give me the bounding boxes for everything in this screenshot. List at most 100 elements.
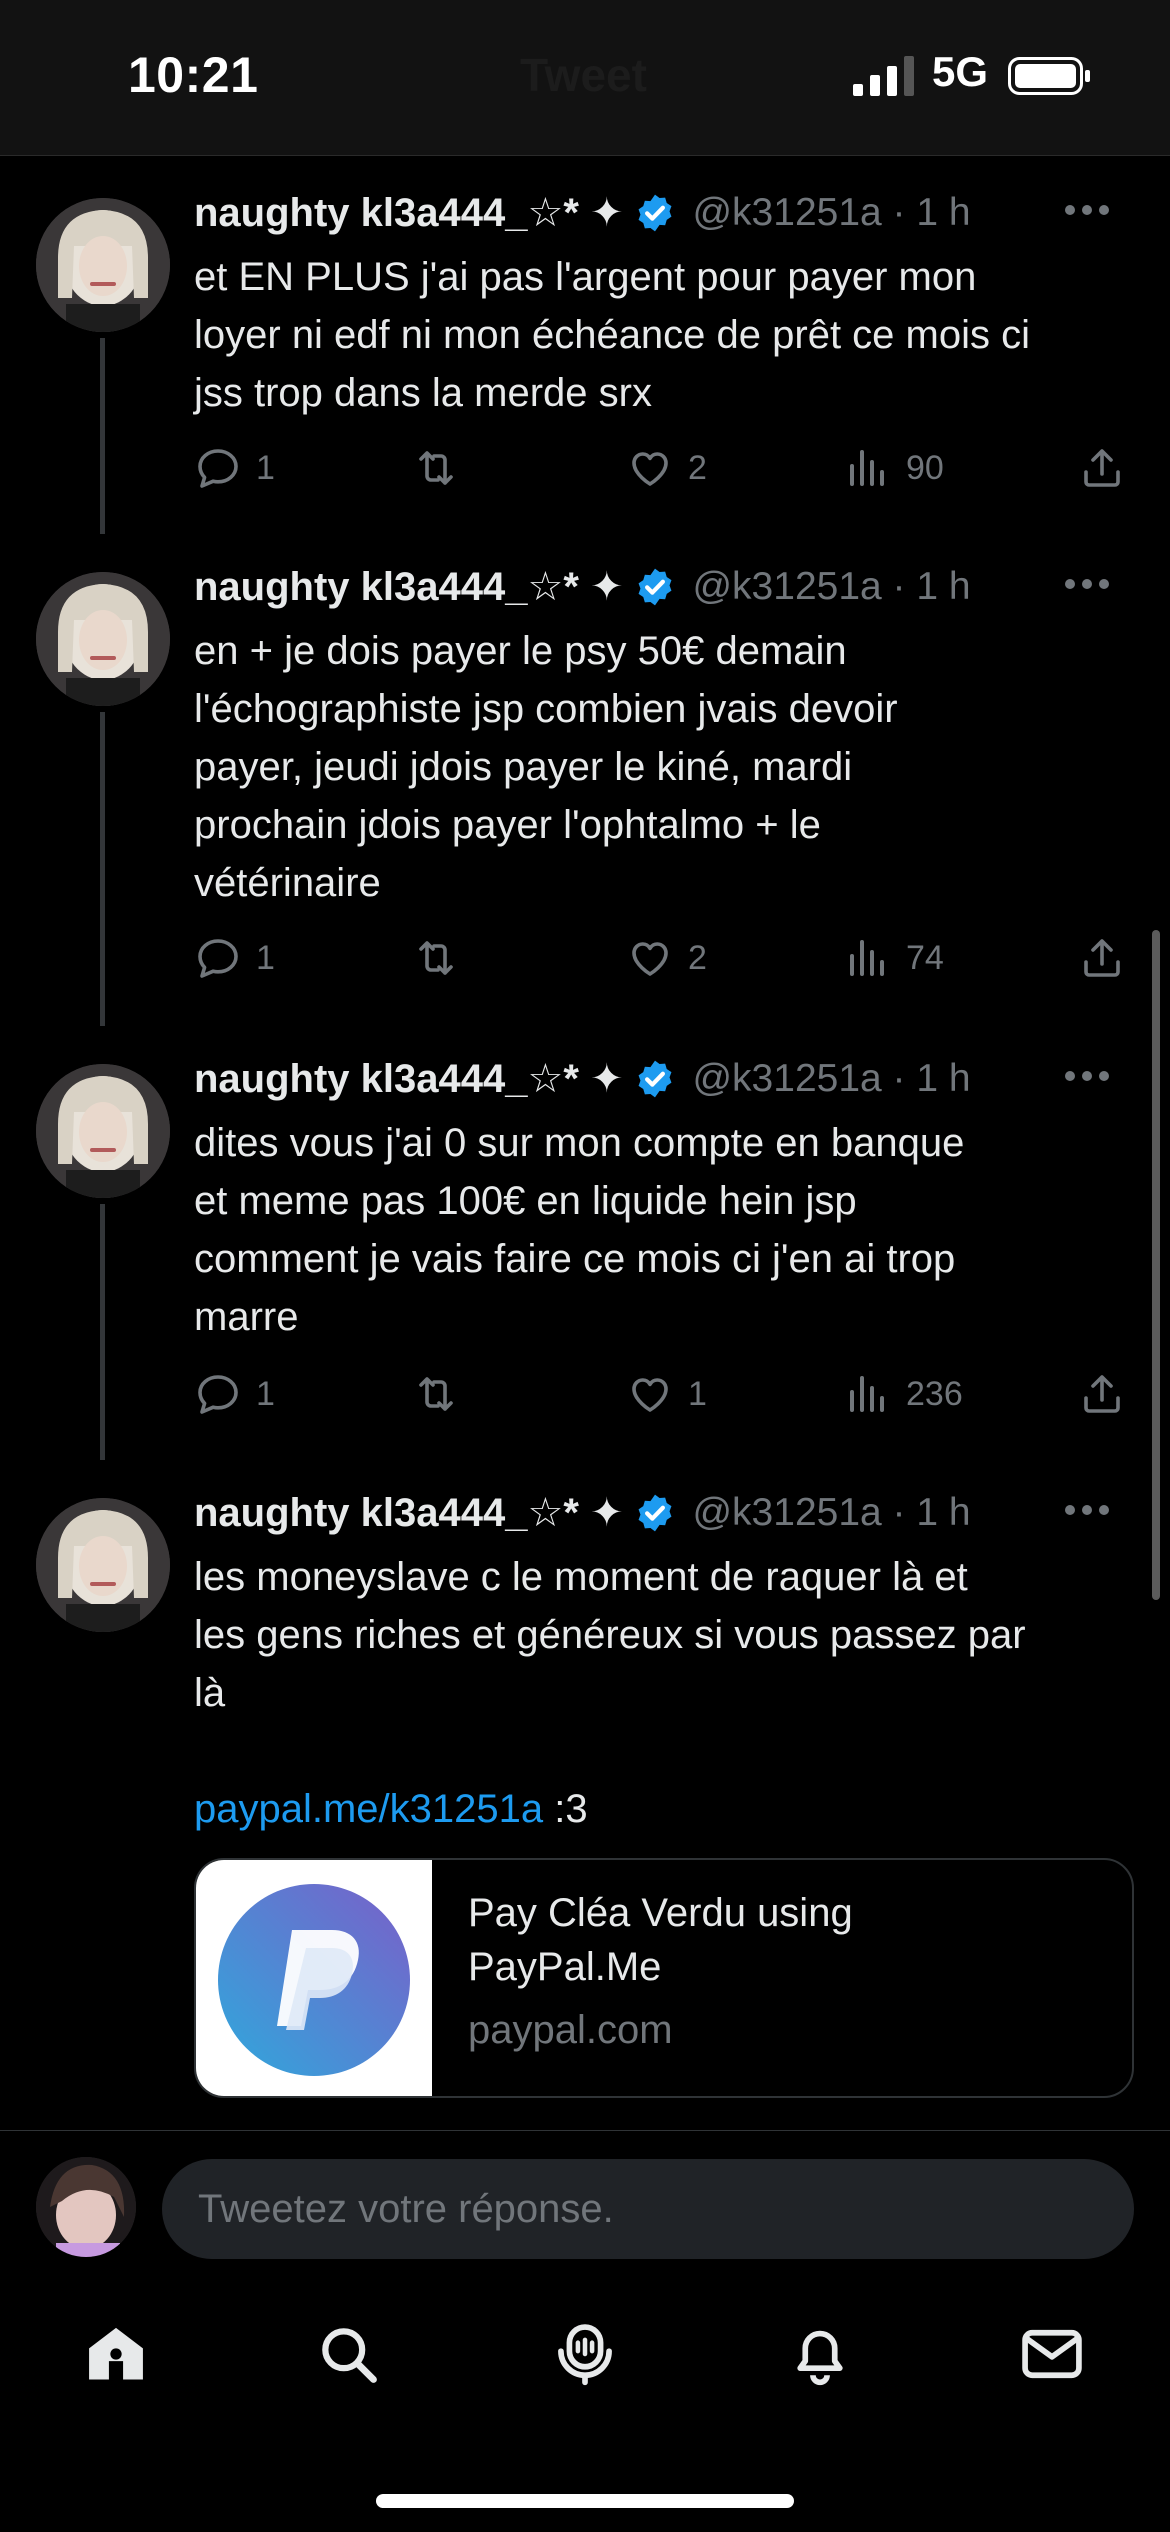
share-icon: [1084, 939, 1120, 977]
more-options-icon[interactable]: [1064, 1504, 1110, 1516]
tweet-4[interactable]: naughty kl3a444_☆* ✦ @k31251a · 1 h les …: [0, 1460, 1170, 2130]
display-name[interactable]: naughty kl3a444_☆* ✦: [194, 191, 624, 235]
card-title: Pay Cléa Verdu using PayPal.Me: [468, 1891, 853, 1989]
view-count: 236: [906, 1374, 963, 1413]
display-name[interactable]: naughty kl3a444_☆* ✦: [194, 1057, 624, 1101]
tweet-header: naughty kl3a444_☆* ✦ @k31251a · 1 h: [194, 564, 1144, 624]
reply-count: 1: [256, 448, 275, 487]
share-button[interactable]: [1078, 440, 1126, 496]
heart-icon: [632, 452, 668, 486]
like-button[interactable]: 1: [626, 1366, 707, 1422]
views-button[interactable]: 74: [844, 930, 944, 986]
tab-search[interactable]: [308, 2314, 388, 2394]
avatar[interactable]: [36, 1064, 170, 1198]
tweet-text: en + je dois payer le psy 50€ demain l'é…: [194, 629, 898, 905]
reply-input[interactable]: [162, 2159, 1134, 2259]
status-bar: 10:21 Tweet 5G: [0, 0, 1170, 156]
retweet-icon: [419, 941, 453, 975]
my-avatar[interactable]: [36, 2157, 136, 2257]
screen: 10:21 Tweet 5G naughty kl3a444_☆* ✦ @k31…: [0, 0, 1170, 2532]
tweet-actions: 1 2 90: [194, 440, 1144, 496]
verified-badge-icon: [638, 568, 672, 606]
battery-icon: [1008, 57, 1090, 95]
verified-badge-icon: [638, 194, 672, 232]
card-thumbnail: [196, 1860, 432, 2096]
handle-and-time: @k31251a · 1 h: [692, 191, 971, 234]
tweet-1[interactable]: naughty kl3a444_☆* ✦ @k31251a · 1 h et E…: [0, 160, 1170, 534]
home-indicator[interactable]: [376, 2494, 794, 2508]
tab-home[interactable]: [76, 2314, 156, 2394]
tweet-thread: naughty kl3a444_☆* ✦ @k31251a · 1 h et E…: [0, 160, 1170, 2130]
avatar[interactable]: [36, 572, 170, 706]
retweet-button[interactable]: [412, 930, 474, 986]
tweet-header: naughty kl3a444_☆* ✦ @k31251a · 1 h: [194, 1490, 1144, 1550]
network-label: 5G: [932, 48, 989, 95]
heart-icon: [632, 942, 668, 976]
thread-connector: [100, 1204, 105, 1460]
tweet-text: et EN PLUS j'ai pas l'argent pour payer …: [194, 255, 1030, 415]
more-options-icon[interactable]: [1064, 1070, 1110, 1082]
share-icon: [1084, 1375, 1120, 1413]
more-options-icon[interactable]: [1064, 578, 1110, 590]
display-name[interactable]: naughty kl3a444_☆* ✦: [194, 565, 624, 609]
heart-icon: [632, 1378, 668, 1412]
avatar[interactable]: [36, 1498, 170, 1632]
handle-and-time: @k31251a · 1 h: [692, 1057, 971, 1100]
like-button[interactable]: 2: [626, 930, 707, 986]
retweet-button[interactable]: [412, 1366, 474, 1422]
view-count: 74: [906, 938, 944, 977]
notifications-icon: [797, 2330, 843, 2386]
tab-notifications[interactable]: [780, 2314, 860, 2394]
tweet-header: naughty kl3a444_☆* ✦ @k31251a · 1 h: [194, 190, 1144, 250]
tweet-3[interactable]: naughty kl3a444_☆* ✦ @k31251a · 1 h dite…: [0, 1026, 1170, 1460]
tab-messages[interactable]: [1012, 2314, 1092, 2394]
tweet-text: dites vous j'ai 0 sur mon compte en banq…: [194, 1121, 965, 1339]
retweet-icon: [419, 451, 453, 485]
verified-badge-icon: [638, 1494, 672, 1532]
thread-connector: [100, 712, 105, 1026]
header-title-faded: Tweet: [520, 49, 647, 101]
card-domain: paypal.com: [468, 2008, 673, 2052]
my-avatar-image: [36, 2157, 136, 2257]
status-time: 10:21: [128, 47, 259, 103]
home-icon: [89, 2327, 143, 2380]
link-suffix: :3: [543, 1787, 588, 1831]
like-button[interactable]: 2: [626, 440, 707, 496]
avatar[interactable]: [36, 198, 170, 332]
thread-connector: [100, 338, 105, 534]
avatar-image: [36, 572, 170, 706]
more-options-icon[interactable]: [1064, 204, 1110, 216]
retweet-button[interactable]: [412, 440, 474, 496]
share-button[interactable]: [1078, 930, 1126, 986]
like-count: 2: [688, 938, 707, 977]
views-button[interactable]: 236: [844, 1366, 963, 1422]
reply-bar: [0, 2130, 1170, 2278]
tweet-actions: 1 1 236: [194, 1366, 1144, 1422]
avatar-image: [36, 1498, 170, 1632]
messages-icon: [1022, 2329, 1082, 2379]
share-icon: [1084, 449, 1120, 487]
tab-spaces[interactable]: [545, 2314, 625, 2394]
share-button[interactable]: [1078, 1366, 1126, 1422]
reply-icon: [198, 939, 238, 978]
reply-button[interactable]: 1: [194, 930, 275, 986]
display-name[interactable]: naughty kl3a444_☆* ✦: [194, 1491, 624, 1535]
handle-and-time: @k31251a · 1 h: [692, 565, 971, 608]
tweet-2[interactable]: naughty kl3a444_☆* ✦ @k31251a · 1 h en +…: [0, 534, 1170, 1026]
reply-button[interactable]: 1: [194, 440, 275, 496]
reply-icon: [198, 1375, 238, 1414]
tweet-actions: 1 2 74: [194, 930, 1144, 986]
reply-count: 1: [256, 938, 275, 977]
paypal-link[interactable]: paypal.me/k31251a: [194, 1787, 543, 1831]
views-chart-icon: [850, 1376, 884, 1412]
retweet-icon: [419, 1377, 453, 1411]
views-chart-icon: [850, 450, 884, 486]
like-count: 2: [688, 448, 707, 487]
tweet-text: les moneyslave c le moment de raquer là …: [194, 1555, 1026, 1715]
view-count: 90: [906, 448, 944, 487]
scrollbar[interactable]: [1152, 930, 1160, 1600]
reply-count: 1: [256, 1374, 275, 1413]
link-preview-card[interactable]: Pay Cléa Verdu using PayPal.Me paypal.co…: [194, 1858, 1134, 2098]
reply-button[interactable]: 1: [194, 1366, 275, 1422]
views-button[interactable]: 90: [844, 440, 944, 496]
